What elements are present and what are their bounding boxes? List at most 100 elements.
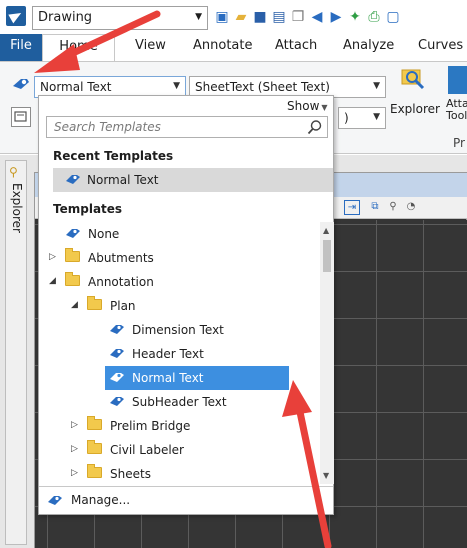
tree-item-sheets[interactable]: ▷ Sheets — [39, 462, 321, 486]
recent-template-label: Normal Text — [87, 173, 159, 187]
title-bar: Drawing ▼ ▣ ▰ ■ ▤ ❐ ◀ ▶ ✦ ⎙ ▢ — [0, 0, 467, 34]
tree-item-label: Plan — [110, 299, 136, 313]
folder-icon — [65, 272, 80, 289]
app-icon[interactable] — [6, 6, 26, 26]
ribbon-group-label: Pr — [453, 136, 465, 150]
chevron-down-icon: ▼ — [373, 81, 380, 91]
chevron-down-icon: ▼ — [173, 81, 180, 91]
copy-icon[interactable]: ❐ — [290, 9, 306, 25]
ribbon-tab-bar: File Home View Annotate Attach Analyze C… — [0, 34, 467, 62]
chevron-down-icon: ▼ — [195, 12, 202, 22]
tab-annotate[interactable]: Annotate — [193, 38, 252, 53]
text-template-icon — [66, 175, 80, 184]
attach-tools-icon — [448, 66, 467, 94]
save-icon[interactable]: ■ — [252, 9, 268, 25]
view-attributes-icon[interactable]: ⇥ — [344, 200, 360, 215]
tree-item-label: Prelim Bridge — [110, 419, 191, 433]
workflow-select-value: Drawing — [38, 10, 93, 25]
tree-item-label: None — [88, 227, 120, 241]
tree-item-abutments[interactable]: ▷ Abutments — [39, 246, 321, 270]
print-icon[interactable]: ⎙ — [366, 9, 382, 25]
collapse-arrow-icon[interactable]: ◢ — [49, 276, 56, 286]
tree-item-subheader-text[interactable]: SubHeader Text — [39, 390, 321, 414]
text-template-dropdown: Show▼ Recent Templates Normal Text Templ… — [38, 95, 334, 515]
folder-icon — [87, 464, 102, 481]
window-area-icon[interactable]: ⧉ — [367, 200, 383, 215]
tree-item-header-text[interactable]: Header Text — [39, 342, 321, 366]
attach-tools-label-line2: Tool — [446, 109, 467, 122]
save-settings-icon[interactable]: ▤ — [271, 9, 287, 25]
chevron-down-icon: ▼ — [321, 103, 328, 112]
collapse-arrow-icon[interactable]: ◢ — [71, 300, 78, 310]
redo-icon[interactable]: ▶ — [328, 9, 344, 25]
recent-templates-header: Recent Templates — [53, 149, 174, 163]
scroll-down-icon[interactable]: ▼ — [323, 471, 329, 480]
tree-item-civil-labeler[interactable]: ▷ Civil Labeler — [39, 438, 321, 462]
text-template-icon — [110, 349, 124, 358]
view-icon[interactable]: ▣ — [214, 9, 230, 25]
templates-header: Templates — [53, 202, 123, 216]
window-icon[interactable]: ▢ — [385, 9, 401, 25]
folder-icon — [87, 416, 102, 433]
fit-view-icon[interactable]: ◔ — [403, 200, 419, 215]
tree-item-label: SubHeader Text — [132, 395, 227, 409]
search-input[interactable] — [47, 117, 297, 137]
tab-analyze[interactable]: Analyze — [343, 38, 394, 53]
attach-tools-button[interactable]: Atta Tool — [440, 66, 467, 146]
tree-item-label: Civil Labeler — [110, 443, 184, 457]
text-template-icon[interactable] — [12, 76, 30, 92]
tree-item-plan[interactable]: ◢ Plan — [39, 294, 321, 318]
search-templates-box — [46, 116, 328, 138]
undo-icon[interactable]: ◀ — [309, 9, 325, 25]
scroll-up-icon[interactable]: ▲ — [323, 226, 329, 235]
show-filter-button[interactable]: Show ▼ — [287, 99, 328, 113]
tab-file[interactable]: File — [0, 34, 42, 61]
tab-attach[interactable]: Attach — [275, 38, 317, 53]
manage-label: Manage... — [71, 493, 131, 507]
templates-tree: None ▷ Abutments ◢ Annotation ◢ Plan Dim… — [39, 222, 321, 486]
tab-view[interactable]: View — [135, 38, 166, 53]
text-template-icon — [110, 397, 124, 406]
text-size-combo[interactable]: ) ▼ — [338, 107, 386, 129]
expand-arrow-icon[interactable]: ▷ — [71, 420, 78, 430]
scrollbar-thumb[interactable] — [323, 240, 331, 272]
folder-icon — [87, 296, 102, 313]
zoom-icon[interactable]: ⚲ — [385, 200, 401, 215]
pin-icon[interactable]: ✦ — [347, 9, 363, 25]
open-folder-icon[interactable]: ▰ — [233, 9, 249, 25]
tree-item-label: Dimension Text — [132, 323, 224, 337]
tree-scrollbar[interactable]: ▲ ▼ — [320, 222, 334, 484]
tree-item-label: Annotation — [88, 275, 154, 289]
text-style-combo-value: SheetText (Sheet Text) — [195, 80, 330, 94]
explorer-side-tab[interactable]: ⚲ Explorer — [5, 160, 27, 545]
tree-item-dimension-text[interactable]: Dimension Text — [39, 318, 321, 342]
text-template-icon — [66, 229, 80, 238]
explorer-icon — [401, 69, 425, 90]
tab-curves[interactable]: Curves — [418, 38, 463, 53]
explorer-button-label: Explorer — [390, 102, 440, 116]
tab-home[interactable]: Home — [42, 34, 115, 62]
tree-item-none[interactable]: None — [39, 222, 321, 246]
text-size-combo-value: ) — [344, 111, 349, 125]
expand-arrow-icon[interactable]: ▷ — [71, 444, 78, 454]
manage-button[interactable]: Manage... — [39, 486, 333, 514]
tree-item-prelim-bridge[interactable]: ▷ Prelim Bridge — [39, 414, 321, 438]
place-text-button[interactable] — [11, 107, 31, 127]
chevron-down-icon: ▼ — [373, 112, 380, 122]
explorer-button[interactable]: Explorer — [390, 66, 440, 146]
tree-item-normal-text[interactable]: Normal Text — [39, 366, 321, 390]
search-icon[interactable] — [307, 119, 323, 135]
workflow-select[interactable]: Drawing ▼ — [32, 6, 208, 30]
quick-access-toolbar: ▣ ▰ ■ ▤ ❐ ◀ ▶ ✦ ⎙ ▢ — [214, 7, 401, 27]
expand-arrow-icon[interactable]: ▷ — [71, 468, 78, 478]
text-template-icon — [110, 325, 124, 334]
explorer-icon: ⚲ — [9, 165, 18, 179]
show-filter-label: Show — [287, 99, 320, 113]
tree-item-label: Header Text — [132, 347, 204, 361]
tree-item-annotation[interactable]: ◢ Annotation — [39, 270, 321, 294]
folder-icon — [87, 440, 102, 457]
text-template-combo-value: Normal Text — [40, 80, 112, 94]
expand-arrow-icon[interactable]: ▷ — [49, 252, 56, 262]
recent-template-item[interactable]: Normal Text — [53, 168, 333, 192]
tree-item-label: Abutments — [88, 251, 154, 265]
